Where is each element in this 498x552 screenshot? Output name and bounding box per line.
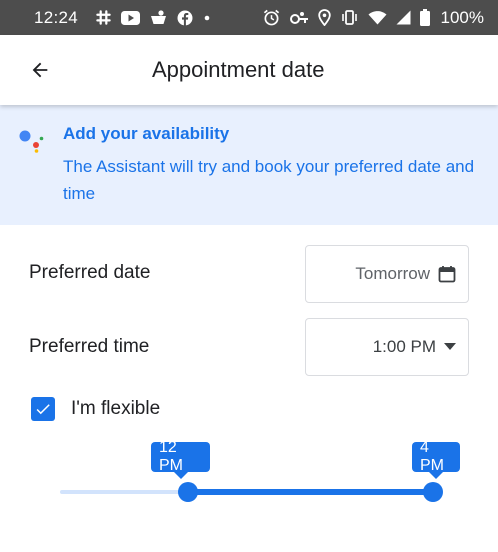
preferred-date-field[interactable]: Tomorrow xyxy=(305,245,469,303)
key-icon xyxy=(289,11,309,25)
battery-icon xyxy=(419,9,430,26)
facebook-icon xyxy=(177,10,193,26)
dot-icon xyxy=(203,14,211,22)
range-start-label: 12 PM xyxy=(159,439,183,474)
banner-description: The Assistant will try and book your pre… xyxy=(63,157,475,203)
flexible-label: I'm flexible xyxy=(71,398,161,419)
battery-percent: 100% xyxy=(440,7,484,27)
range-end-thumb[interactable] xyxy=(423,482,443,502)
range-start-thumb[interactable] xyxy=(178,482,198,502)
status-bar: 12:24 100% xyxy=(0,0,498,35)
dropdown-arrow-icon xyxy=(444,343,456,351)
vibrate-icon xyxy=(340,10,359,25)
youtube-icon xyxy=(121,10,141,25)
check-icon xyxy=(34,400,52,418)
calendar-icon xyxy=(438,265,456,283)
alarm-icon xyxy=(263,9,280,26)
wifi-icon xyxy=(368,10,387,25)
signal-icon xyxy=(396,10,411,25)
flexible-checkbox[interactable] xyxy=(31,397,55,421)
status-system-icons: 100% xyxy=(263,8,484,28)
location-icon xyxy=(317,9,331,26)
preferred-time-dropdown[interactable]: 1:00 PM xyxy=(305,318,469,376)
range-end-tooltip: 4 PM xyxy=(412,439,460,479)
app-bar: Appointment date xyxy=(0,35,498,105)
status-notification-icons xyxy=(96,10,211,26)
preferred-date-value: Tomorrow xyxy=(355,264,430,283)
assistant-logo-icon xyxy=(18,125,46,153)
preferred-time-label: Preferred time xyxy=(29,336,150,357)
banner-title: Add your availability xyxy=(63,124,230,143)
dessert-icon xyxy=(150,10,167,25)
page-title: Appointment date xyxy=(152,57,325,82)
range-end-label: 4 PM xyxy=(420,439,444,474)
preferred-date-label: Preferred date xyxy=(29,262,151,283)
preferred-time-value: 1:00 PM xyxy=(372,337,436,356)
arrow-back-icon xyxy=(29,59,51,81)
status-time: 12:24 xyxy=(34,7,79,27)
range-start-tooltip: 12 PM xyxy=(151,439,210,479)
back-button[interactable] xyxy=(20,50,60,90)
time-range-selected-track xyxy=(188,489,433,495)
slack-icon xyxy=(96,10,111,25)
